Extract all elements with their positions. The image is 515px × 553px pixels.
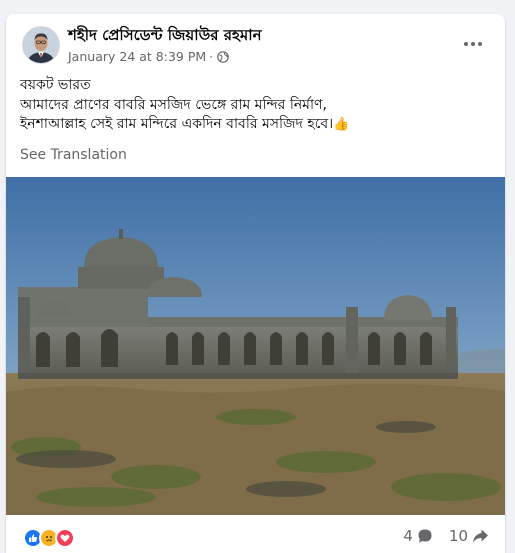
comment-count[interactable]: 4 <box>403 527 433 545</box>
comment-icon <box>418 529 432 543</box>
post-photo[interactable] <box>6 177 505 515</box>
meta-separator: · <box>209 49 214 64</box>
reactions-summary[interactable] <box>23 528 75 548</box>
post-footer: 4 10 <box>6 519 505 553</box>
love-reaction-icon <box>55 528 75 548</box>
post-text: বয়কট ভারত আমাদের প্রাণের বাবরি মসজিদ ভে… <box>20 76 490 135</box>
post-timestamp[interactable]: January 24 at 8:39 PM <box>68 49 206 64</box>
more-options-icon[interactable] <box>461 36 485 52</box>
see-translation-link[interactable]: See Translation <box>20 147 127 163</box>
post-card: শহীদ প্রেসিডেন্ট জিয়াউর রহমান January 2… <box>6 14 505 553</box>
share-count[interactable]: 10 <box>449 527 489 545</box>
post-text-line: আমাদের প্রাণের বাবরি মসজিদ ভেঙ্গে রাম মন… <box>20 96 327 113</box>
post-header: শহীদ প্রেসিডেন্ট জিয়াউর রহমান January 2… <box>6 14 505 74</box>
post-text-line: ইনশাআল্লাহ সেই রাম মন্দিরে একদিন বাবরি ম… <box>20 115 490 135</box>
comment-count-value: 4 <box>403 527 413 545</box>
share-icon <box>473 529 488 543</box>
thumbs-up-emoji: 👍 <box>333 117 350 132</box>
avatar[interactable] <box>22 26 60 64</box>
engagement-counts: 4 10 <box>387 527 489 545</box>
post-text-line: বয়কট ভারত <box>20 77 91 93</box>
share-count-value: 10 <box>448 527 468 545</box>
post-meta: January 24 at 8:39 PM · <box>68 49 229 64</box>
page-name[interactable]: শহীদ প্রেসিডেন্ট জিয়াউর রহমান <box>68 24 262 49</box>
post-text-line-content: ইনশাআল্লাহ সেই রাম মন্দিরে একদিন বাবরি ম… <box>20 116 334 132</box>
globe-icon <box>217 50 229 63</box>
